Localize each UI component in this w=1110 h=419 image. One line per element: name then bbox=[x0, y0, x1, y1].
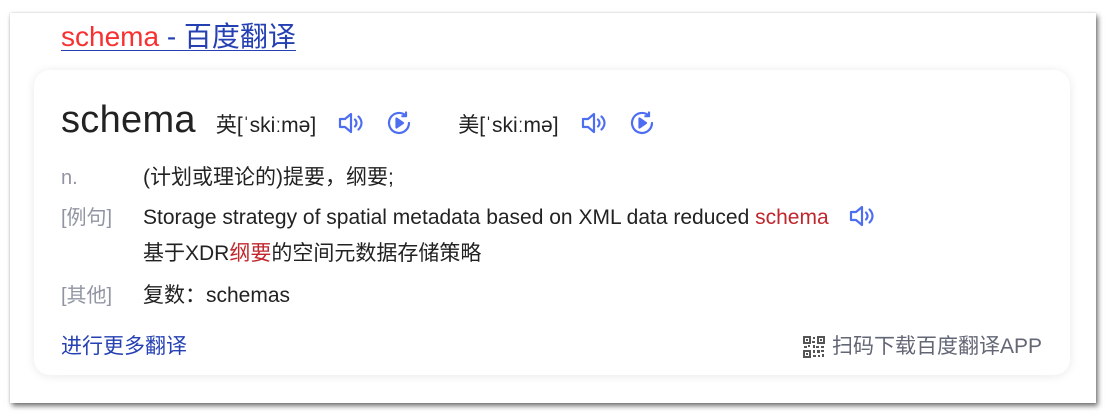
qr-code-icon bbox=[801, 335, 826, 359]
other-label: [其他] bbox=[61, 285, 113, 307]
translation-card: schema 英[ˈskiːmə] 美[ˈskiːmə] n. (计划或理论的)… bbox=[34, 70, 1070, 375]
definition-text: (计划或理论的)提要，纲要; bbox=[143, 166, 394, 189]
example-label: [例句] bbox=[61, 207, 113, 229]
more-translation-link[interactable]: 进行更多翻译 bbox=[61, 332, 187, 362]
play-circle-icon[interactable] bbox=[384, 108, 414, 138]
speaker-icon[interactable] bbox=[847, 201, 877, 231]
part-of-speech: n. bbox=[61, 167, 78, 189]
example-translation-suffix: 的空间元数据存储策略 bbox=[271, 242, 482, 265]
example-sentence: Storage strategy of spatial metadata bas… bbox=[143, 203, 877, 233]
example-translation: 基于XDR纲要的空间元数据存储策略 bbox=[143, 239, 481, 269]
us-phonetic: 美[ˈskiːmə] bbox=[458, 114, 559, 137]
example-translation-keyword: 纲要 bbox=[229, 242, 272, 265]
title-suffix[interactable]: - 百度翻译 bbox=[159, 21, 296, 52]
headword-row: schema 英[ˈskiːmə] 美[ˈskiːmə] bbox=[61, 100, 657, 140]
speaker-icon[interactable] bbox=[336, 108, 366, 138]
example-keyword: schema bbox=[755, 206, 829, 229]
example-translation-prefix: 基于XDR bbox=[143, 242, 230, 265]
example-sentence-text: Storage strategy of spatial metadata bas… bbox=[143, 206, 756, 229]
other-forms: 复数：schemas bbox=[143, 284, 291, 307]
result-title-link[interactable]: schema - 百度翻译 bbox=[61, 17, 296, 57]
play-circle-icon[interactable] bbox=[627, 108, 657, 138]
title-keyword[interactable]: schema bbox=[61, 21, 159, 52]
speaker-icon[interactable] bbox=[579, 108, 609, 138]
headword: schema bbox=[61, 99, 196, 141]
app-download-promo[interactable]: 扫码下载百度翻译APP bbox=[801, 332, 1042, 362]
app-promo-text[interactable]: 扫码下载百度翻译APP bbox=[832, 332, 1042, 362]
uk-phonetic: 英[ˈskiːmə] bbox=[215, 114, 317, 137]
